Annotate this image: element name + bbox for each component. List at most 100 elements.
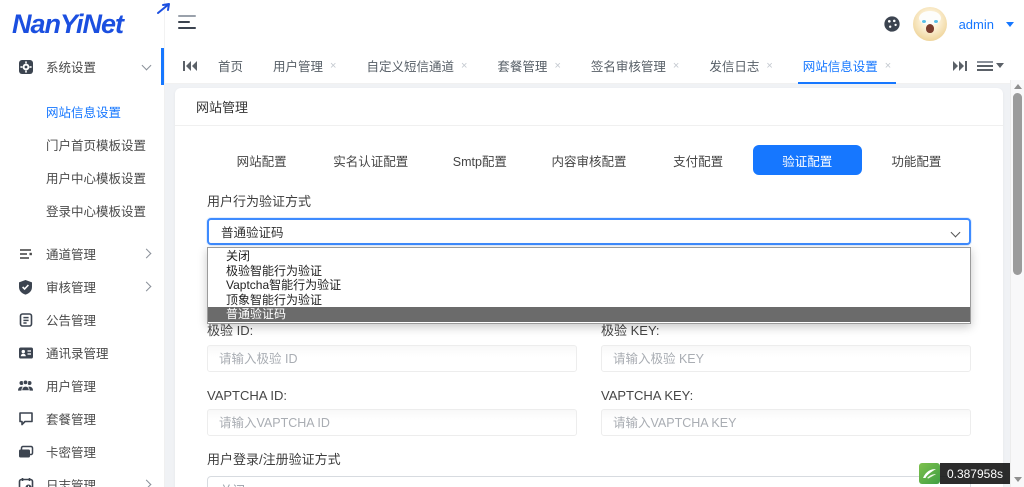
config-tab-content-audit[interactable]: 内容审核配置 bbox=[534, 145, 643, 175]
vaptcha-id-input[interactable] bbox=[207, 409, 577, 436]
scroll-tabs-left-icon[interactable] bbox=[181, 59, 199, 73]
calendar-log-icon bbox=[17, 476, 34, 487]
vaptcha-id-label: VAPTCHA ID: bbox=[207, 388, 287, 403]
tab-home[interactable]: 首页 bbox=[203, 48, 258, 84]
tab-label: 签名审核管理 bbox=[590, 60, 666, 74]
scrollbar-up-arrow-icon[interactable] bbox=[1014, 84, 1022, 89]
tab-website-info-settings[interactable]: 网站信息设置 × bbox=[788, 48, 906, 84]
sidebar-group-channel-management[interactable]: 通道管理 bbox=[0, 237, 164, 270]
close-tab-icon[interactable]: × bbox=[885, 60, 891, 72]
tab-label: 用户管理 bbox=[273, 60, 324, 74]
sidebar-item-cardkey-management[interactable]: 卡密管理 bbox=[0, 435, 164, 468]
verification-config-form: 用户行为验证方式 普通验证码 关闭 极验智能行为验证 Vaptcha智能行为验证… bbox=[175, 175, 1003, 487]
collapse-menu-icon[interactable] bbox=[178, 15, 196, 31]
scrollbar-thumb[interactable] bbox=[1013, 93, 1022, 275]
close-tab-icon[interactable]: × bbox=[330, 60, 336, 72]
select-value: 关闭 bbox=[220, 480, 245, 487]
behavior-verification-label: 用户行为验证方式 bbox=[207, 194, 312, 209]
tab-send-log[interactable]: 发信日志 × bbox=[694, 48, 787, 84]
chevron-down-icon bbox=[141, 60, 152, 70]
thinkphp-debug-icon[interactable] bbox=[918, 463, 940, 484]
close-tab-icon[interactable]: × bbox=[554, 60, 560, 72]
tab-signature-audit[interactable]: 签名审核管理 × bbox=[576, 48, 694, 84]
sidebar: 系统设置 网站信息设置 门户首页模板设置 用户中心模板设置 登录中心模板设置 通… bbox=[0, 48, 165, 487]
sidebar-group-label: 系统设置 bbox=[46, 61, 97, 75]
chevron-right-icon bbox=[141, 281, 152, 292]
sidebar-item-label: 套餐管理 bbox=[46, 413, 97, 427]
tab-label: 首页 bbox=[218, 60, 244, 74]
panel-title: 网站管理 bbox=[175, 88, 1003, 126]
vertical-scrollbar[interactable] bbox=[1010, 80, 1024, 487]
user-caret-icon[interactable] bbox=[1006, 21, 1014, 27]
sidebar-item-portal-template[interactable]: 门户首页模板设置 bbox=[0, 128, 164, 161]
cards-icon bbox=[17, 443, 34, 460]
behavior-verification-dropdown: 关闭 极验智能行为验证 Vaptcha智能行为验证 顶象智能行为验证 普通验证码 bbox=[207, 247, 971, 324]
brand-logo: NanYiNet bbox=[12, 8, 124, 39]
channel-lines-icon bbox=[17, 245, 34, 262]
scroll-tabs-right-icon[interactable] bbox=[951, 59, 969, 73]
config-tab-website[interactable]: 网站配置 bbox=[207, 145, 316, 175]
scrollbar-down-arrow-icon[interactable] bbox=[1014, 477, 1022, 482]
login-verification-select[interactable]: 关闭 bbox=[207, 476, 971, 487]
vaptcha-key-label: VAPTCHA KEY: bbox=[601, 388, 694, 403]
chat-bubble-icon bbox=[17, 410, 34, 427]
chevron-right-icon bbox=[141, 248, 152, 259]
sidebar-item-logincenter-template[interactable]: 登录中心模板设置 bbox=[0, 194, 164, 227]
sidebar-group-system-settings[interactable]: 系统设置 bbox=[0, 48, 164, 85]
tab-package-management[interactable]: 套餐管理 × bbox=[482, 48, 575, 84]
geetest-key-input[interactable] bbox=[601, 345, 971, 372]
config-tab-features[interactable]: 功能配置 bbox=[862, 145, 971, 175]
close-tab-icon[interactable]: × bbox=[461, 60, 467, 72]
tab-custom-sms-channel[interactable]: 自定义短信通道 × bbox=[351, 48, 482, 84]
tab-label: 网站信息设置 bbox=[802, 60, 878, 74]
config-tab-payment[interactable]: 支付配置 bbox=[644, 145, 753, 175]
behavior-verification-select[interactable]: 普通验证码 bbox=[207, 218, 971, 245]
config-tab-verification[interactable]: 验证配置 bbox=[752, 145, 862, 175]
sidebar-item-label: 用户管理 bbox=[46, 380, 97, 394]
logo-area: NanYiNet bbox=[0, 0, 170, 48]
sidebar-item-usercenter-template[interactable]: 用户中心模板设置 bbox=[0, 161, 164, 194]
vaptcha-key-input[interactable] bbox=[601, 409, 971, 436]
sidebar-group-label: 审核管理 bbox=[46, 281, 97, 295]
dropdown-option-geetest[interactable]: 极验智能行为验证 bbox=[208, 264, 970, 279]
contact-card-icon bbox=[17, 344, 34, 361]
dropdown-option-off[interactable]: 关闭 bbox=[208, 249, 970, 264]
geetest-id-input[interactable] bbox=[207, 345, 577, 372]
username-dropdown[interactable]: admin bbox=[959, 17, 994, 32]
page-load-time: 0.387958s bbox=[939, 463, 1010, 484]
config-tab-smtp[interactable]: Smtp配置 bbox=[425, 145, 534, 175]
sidebar-item-label: 通讯录管理 bbox=[46, 347, 109, 361]
dropdown-option-dingxiang[interactable]: 顶象智能行为验证 bbox=[208, 293, 970, 308]
config-tab-realname[interactable]: 实名认证配置 bbox=[316, 145, 425, 175]
app-window: NanYiNet admin 系统设置 网站信息设置 门户首页模板设置 用户中心… bbox=[0, 0, 1024, 487]
close-tab-icon[interactable]: × bbox=[766, 60, 772, 72]
open-tabs-bar: 首页 用户管理 × 自定义短信通道 × 套餐管理 × 签名审核管理 × 发信日志… bbox=[165, 48, 1024, 84]
sidebar-group-log-management[interactable]: 日志管理 bbox=[0, 468, 164, 487]
tab-options-menu-icon[interactable] bbox=[977, 60, 1004, 72]
chevron-right-icon bbox=[141, 479, 152, 487]
select-value: 普通验证码 bbox=[221, 226, 284, 240]
dropdown-option-vaptcha[interactable]: Vaptcha智能行为验证 bbox=[208, 278, 970, 293]
theme-palette-icon[interactable] bbox=[883, 15, 901, 33]
debug-toolbar: 0.387958s bbox=[918, 463, 1010, 484]
tab-label: 发信日志 bbox=[709, 60, 760, 74]
sidebar-item-announcement-management[interactable]: 公告管理 bbox=[0, 303, 164, 336]
sidebar-group-audit-management[interactable]: 审核管理 bbox=[0, 270, 164, 303]
tab-label: 自定义短信通道 bbox=[366, 60, 454, 74]
dropdown-option-normal-captcha[interactable]: 普通验证码 bbox=[208, 307, 970, 322]
sidebar-item-label: 卡密管理 bbox=[46, 446, 97, 460]
users-icon bbox=[17, 377, 34, 394]
sidebar-item-contacts-management[interactable]: 通讯录管理 bbox=[0, 336, 164, 369]
gear-icon bbox=[17, 58, 34, 75]
announcement-doc-icon bbox=[17, 311, 34, 328]
sidebar-item-package-management[interactable]: 套餐管理 bbox=[0, 402, 164, 435]
logo-arrow-icon bbox=[157, 3, 170, 14]
sidebar-item-website-info-settings[interactable]: 网站信息设置 bbox=[0, 95, 164, 128]
website-management-panel: 网站管理 网站配置 实名认证配置 Smtp配置 内容审核配置 支付配置 验证配置… bbox=[175, 88, 1003, 487]
close-tab-icon[interactable]: × bbox=[673, 60, 679, 72]
header-actions: admin bbox=[883, 0, 1014, 48]
sidebar-item-user-management[interactable]: 用户管理 bbox=[0, 369, 164, 402]
chevron-down-icon bbox=[950, 227, 961, 238]
tab-user-management[interactable]: 用户管理 × bbox=[258, 48, 351, 84]
user-avatar[interactable] bbox=[912, 7, 947, 41]
